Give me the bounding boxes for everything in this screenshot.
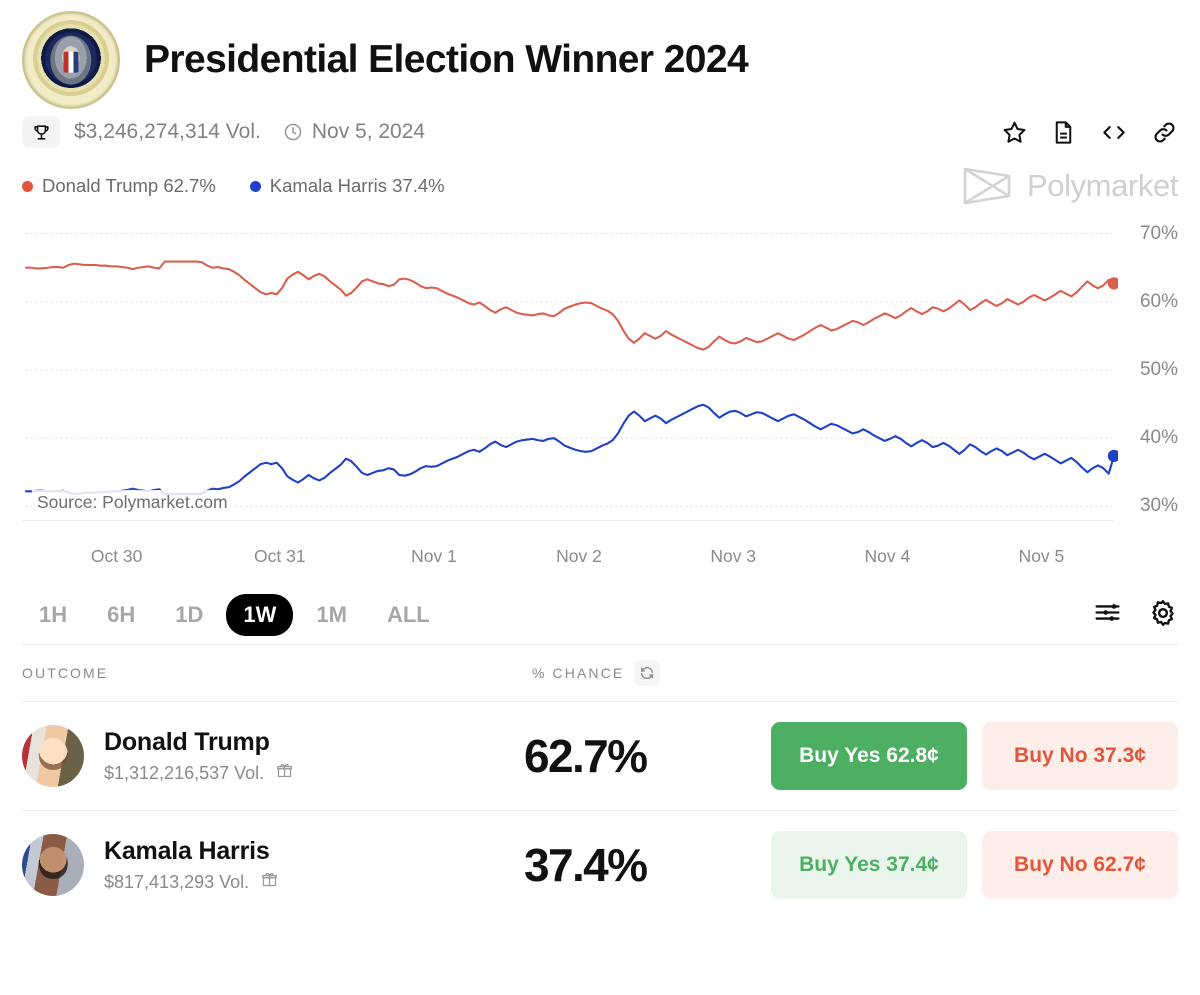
market-meta-bar: $3,246,274,314 Vol. Nov 5, 2024 xyxy=(22,104,1178,160)
trophy-icon xyxy=(22,116,60,148)
x-axis-tick-label: Nov 3 xyxy=(710,546,756,567)
market-page: Presidential Election Winner 2024 $3,246… xyxy=(0,0,1200,995)
code-icon[interactable] xyxy=(1099,119,1129,146)
buy-no-button[interactable]: Buy No 37.3¢ xyxy=(982,722,1178,790)
header-actions xyxy=(1001,119,1178,146)
gear-icon[interactable] xyxy=(1148,598,1178,633)
gift-icon[interactable] xyxy=(261,871,278,893)
legend-item-harris[interactable]: Kamala Harris 37.4% xyxy=(250,175,445,197)
price-chart[interactable]: 30% 40% 50% 60% 70% Source: Polymarket.com O… xyxy=(22,216,1178,576)
table-row[interactable]: Kamala Harris $817,413,293 Vol. 37.4% Bu… xyxy=(22,811,1178,919)
buy-yes-button[interactable]: Buy Yes 62.8¢ xyxy=(771,722,967,790)
outcome-subline: $1,312,216,537 Vol. xyxy=(104,762,524,784)
y-axis-tick-label: 70% xyxy=(1140,223,1178,245)
outcome-volume: $1,312,216,537 Vol. xyxy=(104,763,264,784)
donald-trump-avatar xyxy=(22,725,84,787)
legend-item-trump[interactable]: Donald Trump 62.7% xyxy=(22,175,216,197)
column-header-chance-label: % CHANCE xyxy=(532,665,624,681)
legend-label: Kamala Harris 37.4% xyxy=(270,175,445,197)
refresh-icon[interactable] xyxy=(634,660,660,686)
market-date-group: Nov 5, 2024 xyxy=(283,120,425,144)
chart-canvas xyxy=(22,216,1118,528)
x-axis-tick-label: Nov 2 xyxy=(556,546,602,567)
brand-name: Polymarket xyxy=(1027,168,1178,204)
page-header: Presidential Election Winner 2024 xyxy=(22,0,1178,104)
market-volume: $3,246,274,314 Vol. xyxy=(74,120,261,144)
chart-axis-line xyxy=(22,520,1114,521)
market-date: Nov 5, 2024 xyxy=(312,120,425,144)
range-all[interactable]: ALL xyxy=(370,594,447,636)
page-title: Presidential Election Winner 2024 xyxy=(144,38,748,82)
outcome-volume: $817,413,293 Vol. xyxy=(104,872,249,893)
x-axis-tick-label: Oct 31 xyxy=(254,546,306,567)
x-axis-tick-label: Nov 4 xyxy=(865,546,911,567)
sliders-icon[interactable] xyxy=(1093,598,1122,632)
link-icon[interactable] xyxy=(1151,119,1178,146)
chart-x-axis: Oct 30 Oct 31 Nov 1 Nov 2 Nov 3 Nov 4 Nov 5 xyxy=(22,538,1114,572)
document-icon[interactable] xyxy=(1050,119,1077,146)
chart-legend: Donald Trump 62.7% Kamala Harris 37.4% P… xyxy=(22,160,1178,212)
polymarket-logo-icon xyxy=(961,164,1013,208)
row-actions: Buy Yes 62.8¢ Buy No 37.3¢ xyxy=(771,722,1178,790)
chart-tool-icons xyxy=(1093,598,1178,633)
table-row[interactable]: Donald Trump $1,312,216,537 Vol. 62.7% B… xyxy=(22,702,1178,810)
range-1w[interactable]: 1W xyxy=(226,594,293,636)
y-axis-tick-label: 40% xyxy=(1140,427,1178,449)
legend-label: Donald Trump 62.7% xyxy=(42,175,216,197)
presidential-seal-icon xyxy=(22,11,120,109)
x-axis-tick-label: Oct 30 xyxy=(91,546,143,567)
clock-icon xyxy=(283,122,303,142)
gift-icon[interactable] xyxy=(276,762,293,784)
y-axis-tick-label: 60% xyxy=(1140,291,1178,313)
outcome-name: Kamala Harris xyxy=(104,837,524,866)
y-axis-tick-label: 50% xyxy=(1140,359,1178,381)
outcome-info: Donald Trump $1,312,216,537 Vol. xyxy=(104,728,524,784)
legend-color-dot xyxy=(250,181,261,192)
range-selector: 1H 6H 1D 1W 1M ALL xyxy=(22,586,1178,644)
range-1m[interactable]: 1M xyxy=(299,594,364,636)
polymarket-brand: Polymarket xyxy=(961,164,1178,208)
outcomes-table-header: OUTCOME % CHANCE xyxy=(22,645,1178,701)
outcome-chance: 37.4% xyxy=(524,838,646,892)
x-axis-tick-label: Nov 5 xyxy=(1019,546,1065,567)
kamala-harris-avatar xyxy=(22,834,84,896)
outcome-info: Kamala Harris $817,413,293 Vol. xyxy=(104,837,524,893)
buy-yes-button[interactable]: Buy Yes 37.4¢ xyxy=(771,831,967,899)
column-header-outcome: OUTCOME xyxy=(22,665,532,681)
x-axis-tick-label: Nov 1 xyxy=(411,546,457,567)
range-6h[interactable]: 6H xyxy=(90,594,152,636)
range-1h[interactable]: 1H xyxy=(22,594,84,636)
star-icon[interactable] xyxy=(1001,119,1028,146)
outcome-subline: $817,413,293 Vol. xyxy=(104,871,524,893)
y-axis-tick-label: 30% xyxy=(1140,495,1178,517)
chart-y-axis: 30% 40% 50% 60% 70% xyxy=(1116,216,1178,546)
row-actions: Buy Yes 37.4¢ Buy No 62.7¢ xyxy=(771,831,1178,899)
outcome-name: Donald Trump xyxy=(104,728,524,757)
outcome-chance: 62.7% xyxy=(524,729,646,783)
range-1d[interactable]: 1D xyxy=(158,594,220,636)
chart-source-note: Source: Polymarket.com xyxy=(32,490,233,515)
buy-no-button[interactable]: Buy No 62.7¢ xyxy=(982,831,1178,899)
legend-color-dot xyxy=(22,181,33,192)
column-header-chance: % CHANCE xyxy=(532,660,660,686)
